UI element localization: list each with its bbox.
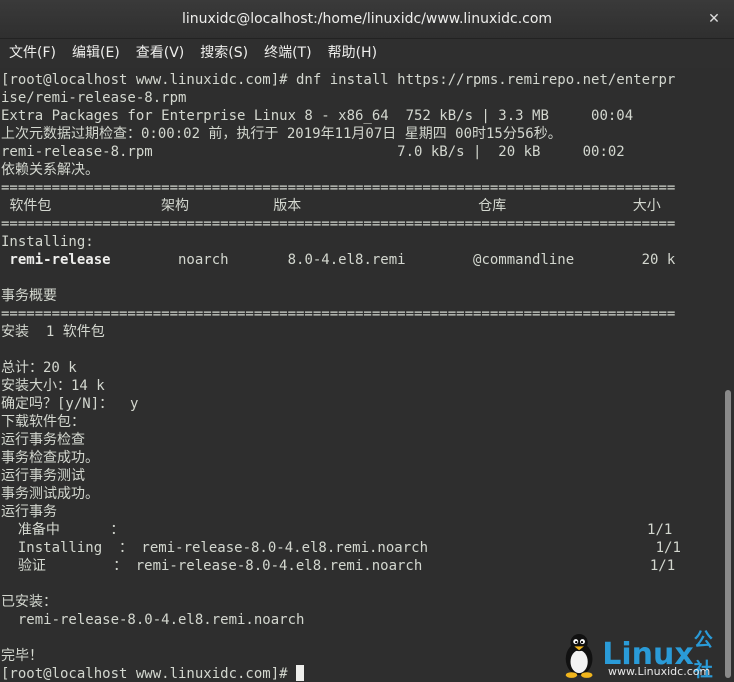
terminal-line: Installing: (1, 234, 94, 250)
terminal-line: 验证 ： remi-release-8.0-4.el8.remi.noarch … (1, 558, 676, 574)
terminal-line: 安装大小：14 k (1, 378, 105, 394)
terminal-line: 总计：20 k (1, 360, 77, 376)
terminal-line: Extra Packages for Enterprise Linux 8 - … (1, 108, 634, 124)
menu-terminal[interactable]: 终端(T) (256, 39, 319, 68)
terminal-line: 事务测试成功。 (1, 486, 99, 502)
package-row: remi-release noarch 8.0-4.el8.remi @comm… (1, 251, 722, 269)
menu-view[interactable]: 查看(V) (128, 39, 193, 68)
terminal-output[interactable]: [root@localhost www.linuxidc.com]# dnf i… (0, 68, 722, 682)
terminal-window: linuxidc@localhost:/home/linuxidc/www.li… (0, 0, 734, 682)
terminal-line: 已安装： (1, 594, 57, 610)
terminal-line: remi-release-8.rpm 7.0 kB/s | 20 kB 00:0… (1, 144, 625, 160)
terminal-line: ========================================… (1, 180, 676, 196)
package-row-rest: noarch 8.0-4.el8.remi @commandline 20 k (110, 252, 676, 268)
close-icon[interactable]: ✕ (704, 9, 724, 29)
terminal-line: 依赖关系解决。 (1, 162, 99, 178)
watermark-logo: Linux 公社 www.Linuxidc.com (560, 629, 730, 681)
terminal-line: ========================================… (1, 306, 676, 322)
terminal-line: 上次元数据过期检查：0:00:02 前，执行于 2019年11月07日 星期四 … (1, 126, 562, 142)
terminal-line: 确定吗？[y/N]： y (1, 396, 139, 412)
terminal-line: remi-release-8.0-4.el8.remi.noarch (1, 612, 305, 628)
terminal-line: 运行事务测试 (1, 468, 85, 484)
terminal-line: ise/remi-release-8.rpm (1, 90, 187, 106)
window-title: linuxidc@localhost:/home/linuxidc/www.li… (181, 11, 553, 27)
menu-help[interactable]: 帮助(H) (320, 39, 385, 68)
terminal-line: Installing ： remi-release-8.0-4.el8.remi… (1, 540, 681, 556)
terminal-line: ========================================… (1, 216, 676, 232)
terminal-line: 软件包 架构 版本 仓库 大小 (1, 198, 661, 214)
terminal-line: 准备中 ： 1/1 (1, 522, 673, 538)
terminal-line: 安装 1 软件包 (1, 324, 105, 340)
text-cursor (296, 665, 305, 681)
menu-edit[interactable]: 编辑(E) (64, 39, 128, 68)
menu-search[interactable]: 搜索(S) (192, 39, 256, 68)
menu-file[interactable]: 文件(F) (0, 39, 64, 68)
scrollbar[interactable] (722, 68, 734, 682)
terminal-line: 事务概要 (1, 288, 57, 304)
watermark-url: www.Linuxidc.com (608, 665, 711, 678)
terminal-text: [root@localhost www.linuxidc.com]# dnf i… (0, 68, 722, 682)
package-name: remi-release (1, 252, 111, 268)
terminal-line: [root@localhost www.linuxidc.com]# dnf i… (1, 72, 676, 88)
shell-prompt: [root@localhost www.linuxidc.com]# (1, 666, 297, 682)
tux-penguin-icon (565, 633, 593, 678)
menu-bar: 文件(F) 编辑(E) 查看(V) 搜索(S) 终端(T) 帮助(H) (0, 39, 734, 68)
terminal-line: 事务检查成功。 (1, 450, 99, 466)
terminal-line: 下载软件包： (1, 414, 85, 430)
terminal-line: 运行事务 (1, 504, 57, 520)
terminal-line: 运行事务检查 (1, 432, 85, 448)
title-bar[interactable]: linuxidc@localhost:/home/linuxidc/www.li… (0, 0, 734, 39)
